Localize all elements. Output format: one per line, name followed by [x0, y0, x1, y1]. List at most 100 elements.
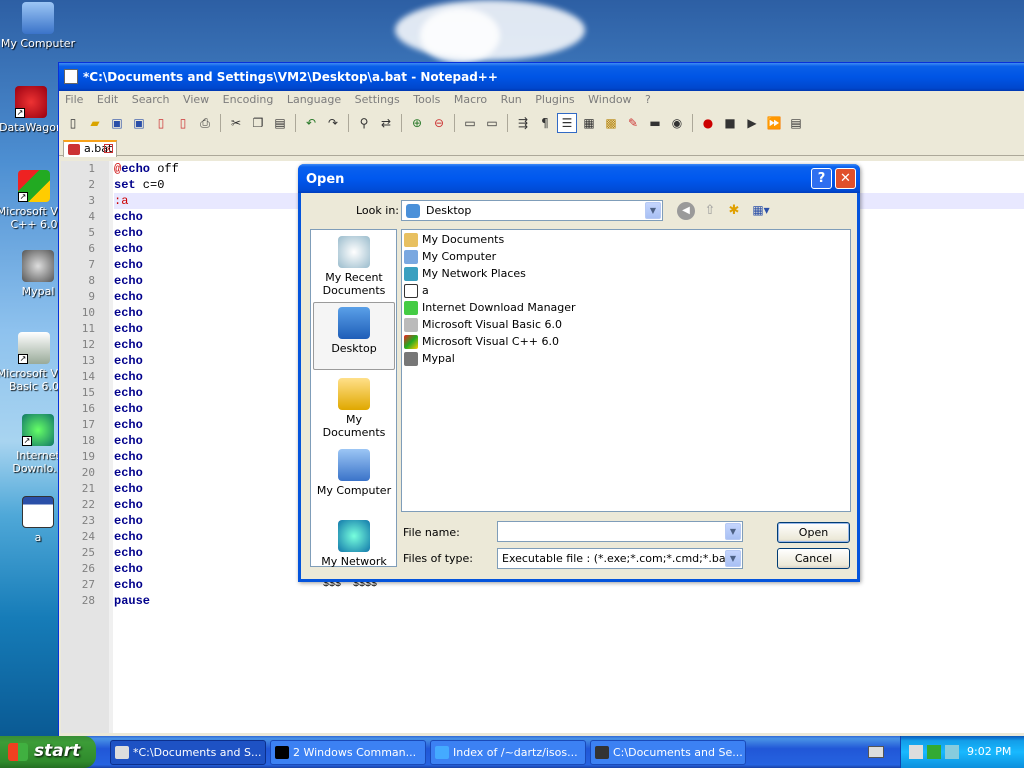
- dialog-title-bar[interactable]: Open ? ✕: [298, 164, 860, 193]
- place-my-network[interactable]: My Network: [313, 520, 395, 568]
- chevron-down-icon[interactable]: ▼: [725, 523, 741, 540]
- hfs-icon[interactable]: [909, 745, 923, 759]
- style-icon[interactable]: ▩: [601, 113, 621, 133]
- list-item[interactable]: Microsoft Visual C++ 6.0: [404, 334, 559, 350]
- undo-icon[interactable]: ↶: [301, 113, 321, 133]
- file-list[interactable]: My Documents My Computer My Network Plac…: [401, 229, 851, 512]
- list-item[interactable]: Internet Download Manager: [404, 300, 576, 316]
- batch-file-icon: [22, 496, 54, 528]
- paste-icon[interactable]: ▤: [270, 113, 290, 133]
- word-wrap-icon[interactable]: ⇶: [513, 113, 533, 133]
- volume-icon[interactable]: [945, 745, 959, 759]
- play-macro-icon[interactable]: ▶: [742, 113, 762, 133]
- list-item[interactable]: My Documents: [404, 232, 504, 248]
- sync-horizontal-icon[interactable]: ▭: [482, 113, 502, 133]
- save-icon[interactable]: ▣: [107, 113, 127, 133]
- menu-file[interactable]: File: [65, 93, 83, 106]
- menu-search[interactable]: Search: [132, 93, 170, 106]
- network-status-icon[interactable]: [927, 745, 941, 759]
- monitor-icon[interactable]: ◉: [667, 113, 687, 133]
- code-token: echo: [114, 418, 143, 432]
- menu-macro[interactable]: Macro: [454, 93, 487, 106]
- record-macro-icon[interactable]: ●: [698, 113, 718, 133]
- doc-map-icon[interactable]: ▬: [645, 113, 665, 133]
- code-token: echo: [114, 466, 143, 480]
- new-folder-icon[interactable]: ✱: [725, 202, 743, 220]
- code-token: echo: [114, 402, 143, 416]
- tab-a-bat[interactable]: a.bat x: [63, 140, 117, 157]
- view-menu-icon[interactable]: ▦▾: [749, 202, 773, 220]
- indent-guide-icon[interactable]: ☰: [557, 113, 577, 133]
- save-all-icon[interactable]: ▣: [129, 113, 149, 133]
- close-tab-icon[interactable]: x: [104, 144, 113, 153]
- menu-tools[interactable]: Tools: [413, 93, 440, 106]
- menu-encoding[interactable]: Encoding: [223, 93, 274, 106]
- place-my-documents[interactable]: My Documents: [313, 378, 395, 439]
- file-name-input[interactable]: ▼: [497, 521, 743, 542]
- place-desktop[interactable]: Desktop: [313, 302, 395, 370]
- list-item[interactable]: Mypal: [404, 351, 455, 367]
- chevron-down-icon[interactable]: ▼: [725, 550, 741, 567]
- menu-plugins[interactable]: Plugins: [535, 93, 574, 106]
- start-button[interactable]: start: [0, 736, 96, 768]
- taskbar-item-notepad[interactable]: *C:\Documents and S...: [110, 740, 266, 765]
- menu-help[interactable]: ?: [645, 93, 651, 106]
- menu-edit[interactable]: Edit: [97, 93, 118, 106]
- zoom-out-icon[interactable]: ⊖: [429, 113, 449, 133]
- taskbar-item-label: Index of /~dartz/isos...: [453, 746, 578, 759]
- redo-icon[interactable]: ↷: [323, 113, 343, 133]
- keyboard-icon[interactable]: [868, 746, 884, 758]
- back-icon[interactable]: ◀: [677, 202, 695, 220]
- cut-icon[interactable]: ✂: [226, 113, 246, 133]
- copy-icon[interactable]: ❐: [248, 113, 268, 133]
- save-macro-icon[interactable]: ▤: [786, 113, 806, 133]
- place-label: My Recent Documents: [322, 271, 386, 297]
- close-all-icon[interactable]: ▯: [173, 113, 193, 133]
- code-token: echo: [114, 370, 143, 384]
- taskbar-item-command[interactable]: 2 Windows Comman...: [270, 740, 426, 765]
- help-button[interactable]: ?: [811, 168, 832, 189]
- new-file-icon[interactable]: ▯: [63, 113, 83, 133]
- chevron-down-icon[interactable]: ▼: [645, 202, 661, 219]
- place-my-computer[interactable]: My Computer: [313, 449, 395, 497]
- zoom-in-icon[interactable]: ⊕: [407, 113, 427, 133]
- notepad-title-bar[interactable]: *C:\Documents and Settings\VM2\Desktop\a…: [59, 63, 1024, 91]
- desktop-icon-my-computer[interactable]: My Computer: [0, 2, 76, 50]
- menu-language[interactable]: Language: [287, 93, 341, 106]
- show-all-chars-icon[interactable]: ¶: [535, 113, 555, 133]
- function-list-icon[interactable]: ✎: [623, 113, 643, 133]
- clock[interactable]: 9:02 PM: [967, 745, 1011, 758]
- replace-icon[interactable]: ⇄: [376, 113, 396, 133]
- close-file-icon[interactable]: ▯: [151, 113, 171, 133]
- menu-run[interactable]: Run: [501, 93, 522, 106]
- menu-view[interactable]: View: [183, 93, 209, 106]
- menu-window[interactable]: Window: [588, 93, 631, 106]
- file-type-select[interactable]: Executable file : (*.exe;*.com;*.cmd;*.b…: [497, 548, 743, 569]
- open-folder-icon[interactable]: ▰: [85, 113, 105, 133]
- list-item[interactable]: My Network Places: [404, 266, 526, 282]
- taskbar-item-7zip[interactable]: C:\Documents and Se...: [590, 740, 746, 765]
- list-item[interactable]: a: [404, 283, 429, 299]
- look-in-select[interactable]: Desktop ▼: [401, 200, 663, 221]
- cancel-button[interactable]: Cancel: [777, 548, 850, 569]
- taskbar-item-browser[interactable]: Index of /~dartz/isos...: [430, 740, 586, 765]
- close-button[interactable]: ✕: [835, 168, 856, 189]
- notepad-icon: [115, 746, 129, 759]
- sync-vertical-icon[interactable]: ▭: [460, 113, 480, 133]
- find-icon[interactable]: ⚲: [354, 113, 374, 133]
- code-token: set: [114, 178, 136, 192]
- up-folder-icon[interactable]: ⇧: [701, 202, 719, 220]
- dialog-title: Open: [306, 172, 345, 187]
- print-icon[interactable]: ⎙: [195, 113, 215, 133]
- place-recent[interactable]: My Recent Documents: [313, 236, 395, 297]
- menu-settings[interactable]: Settings: [355, 93, 400, 106]
- language-icon[interactable]: ▦: [579, 113, 599, 133]
- play-multiple-icon[interactable]: ⏩: [764, 113, 784, 133]
- line-number: 20: [81, 466, 95, 479]
- stop-macro-icon[interactable]: ■: [720, 113, 740, 133]
- list-item[interactable]: Microsoft Visual Basic 6.0: [404, 317, 562, 333]
- list-item[interactable]: My Computer: [404, 249, 496, 265]
- visual-basic-icon: [404, 318, 418, 332]
- open-button[interactable]: Open: [777, 522, 850, 543]
- code-token: :a: [114, 194, 129, 208]
